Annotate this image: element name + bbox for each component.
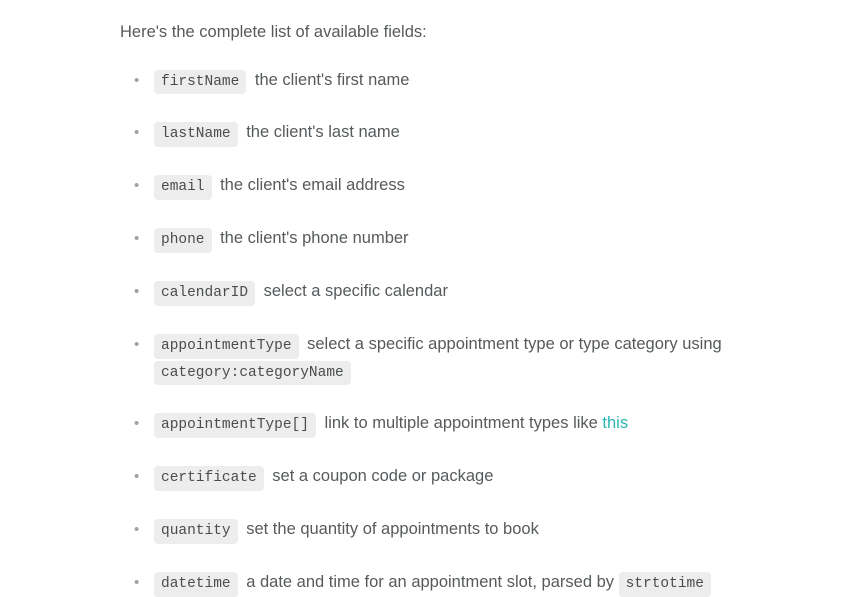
field-desc: set the quantity of appointments to book (242, 520, 539, 538)
field-code: datetime (154, 572, 238, 597)
field-code: phone (154, 228, 212, 253)
field-desc: set a coupon code or package (268, 467, 494, 485)
field-code-secondary: category:categoryName (154, 361, 351, 386)
list-item: certificate set a coupon code or package (134, 464, 770, 491)
field-code: calendarID (154, 281, 255, 306)
field-code: lastName (154, 122, 238, 147)
field-desc: the client's last name (242, 123, 400, 141)
list-item: email the client's email address (134, 173, 770, 200)
field-code: appointmentType (154, 334, 299, 359)
field-code-secondary: strtotime (619, 572, 711, 597)
list-item: datetime a date and time for an appointm… (134, 570, 770, 597)
list-item: appointmentType[] link to multiple appoi… (134, 411, 770, 438)
intro-text: Here's the complete list of available fi… (120, 20, 770, 46)
field-code: email (154, 175, 212, 200)
list-item: calendarID select a specific calendar (134, 279, 770, 306)
list-item: appointmentType select a specific appoin… (134, 332, 770, 386)
field-code: firstName (154, 70, 246, 95)
field-desc: a date and time for an appointment slot,… (242, 573, 619, 591)
list-item: phone the client's phone number (134, 226, 770, 253)
field-desc: the client's phone number (216, 229, 409, 247)
field-desc: select a specific appointment type or ty… (303, 335, 722, 353)
this-link[interactable]: this (602, 414, 628, 432)
fields-list: firstName the client's first name lastNa… (120, 68, 770, 597)
field-desc: select a specific calendar (259, 282, 448, 300)
list-item: lastName the client's last name (134, 120, 770, 147)
field-code: appointmentType[] (154, 413, 316, 438)
field-desc: link to multiple appointment types like (320, 414, 602, 432)
list-item: firstName the client's first name (134, 68, 770, 95)
field-desc: the client's email address (216, 176, 405, 194)
field-desc: the client's first name (250, 71, 409, 89)
field-code: certificate (154, 466, 264, 491)
field-code: quantity (154, 519, 238, 544)
list-item: quantity set the quantity of appointment… (134, 517, 770, 544)
